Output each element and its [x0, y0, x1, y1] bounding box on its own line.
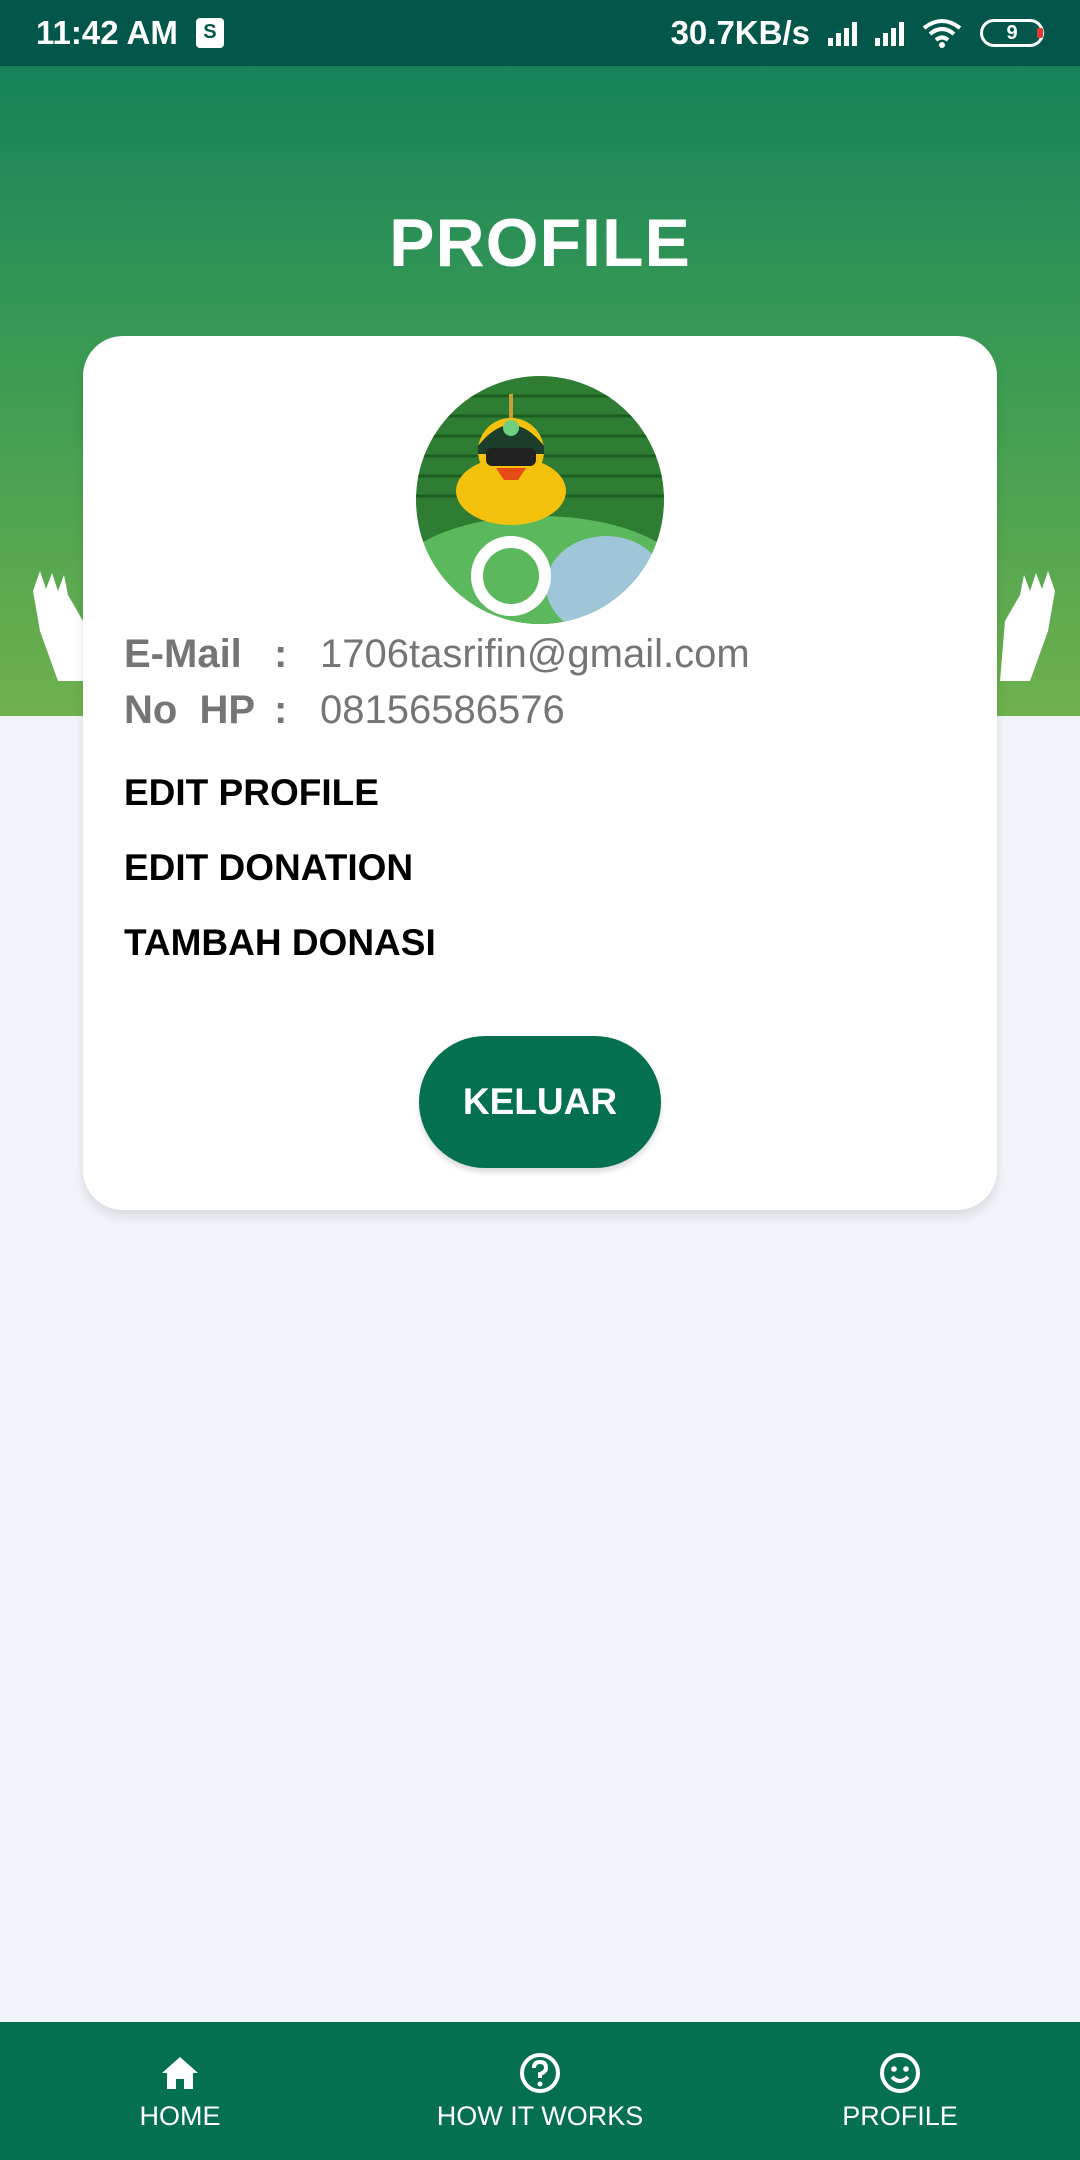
nav-item-home[interactable]: HOME [30, 2022, 330, 2160]
nav-item-how-it-works[interactable]: HOW IT WORKS [390, 2022, 690, 2160]
phone-row: No HP : 08156586576 [124, 688, 565, 733]
page-title: PROFILE [389, 205, 691, 281]
nav-label-home: HOME [139, 2100, 221, 2131]
smiley-icon [880, 2052, 920, 2093]
bottom-nav: HOME HOW IT WORKS PROFILE [0, 2022, 1080, 2160]
add-donation-link[interactable]: TAMBAH DONASI [124, 922, 436, 964]
logout-button[interactable]: KELUAR [419, 1036, 661, 1168]
status-right: 30.7KB/s 9 [671, 14, 1044, 52]
hand-illustration-right [1000, 571, 1055, 681]
phone-value: 08156586576 [320, 688, 565, 732]
status-left: 11:42 AM [36, 14, 224, 52]
email-value: 1706tasrifin@gmail.com [320, 632, 750, 676]
status-time: 11:42 AM [36, 14, 178, 51]
network-speed: 30.7KB/s [670, 14, 810, 51]
edit-donation-link[interactable]: EDIT DONATION [124, 847, 413, 889]
signal-icon [828, 20, 857, 46]
nav-label-profile: PROFILE [842, 2100, 958, 2131]
home-icon [162, 2056, 198, 2089]
email-row: E-Mail : 1706tasrifin@gmail.com [124, 632, 750, 677]
shopee-bag-icon [195, 18, 224, 48]
edit-profile-link[interactable]: EDIT PROFILE [124, 772, 379, 814]
email-label: E-Mail [124, 632, 242, 676]
help-circle-icon [520, 2052, 560, 2093]
email-colon: : [274, 632, 288, 676]
nav-label-how-it-works: HOW IT WORKS [436, 2100, 644, 2131]
profile-card: E-Mail : 1706tasrifin@gmail.com No HP : … [83, 336, 997, 1210]
status-bar: 11:42 AM 30.7KB/s 9 [0, 0, 1080, 66]
battery-icon: 9 [980, 19, 1044, 47]
phone-colon: : [274, 688, 288, 732]
avatar-photo [416, 376, 664, 624]
battery-level: 9 [1006, 21, 1018, 44]
wifi-icon [922, 19, 962, 48]
nav-item-profile[interactable]: PROFILE [750, 2022, 1050, 2160]
avatar [416, 376, 664, 624]
signal-icon [875, 20, 904, 46]
phone-label: No HP [124, 688, 256, 732]
